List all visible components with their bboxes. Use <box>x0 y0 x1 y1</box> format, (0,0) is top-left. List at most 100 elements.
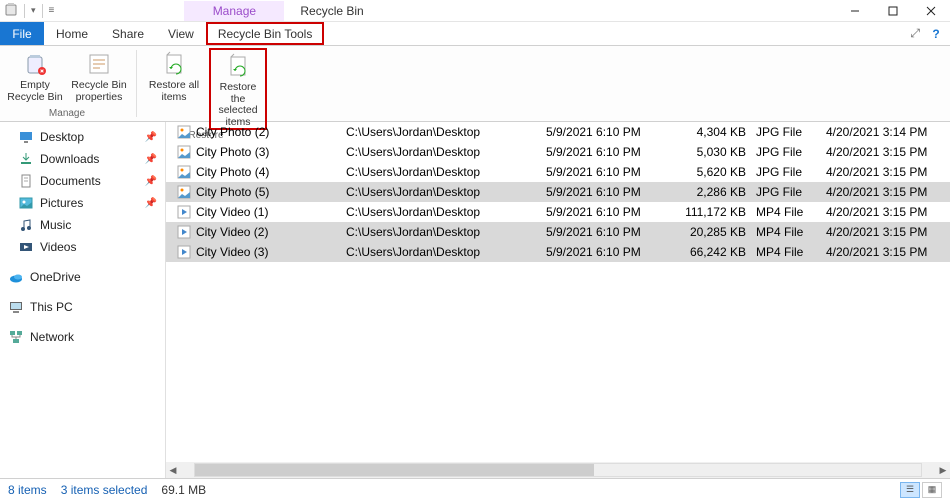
onedrive-icon <box>8 269 24 285</box>
cell-date-modified: 4/20/2021 3:15 PM <box>826 165 950 179</box>
minimize-button[interactable] <box>836 0 874 22</box>
cell-date-deleted: 5/9/2021 6:10 PM <box>546 185 676 199</box>
documents-icon <box>18 173 34 189</box>
desktop-icon <box>18 129 34 145</box>
restore-all-icon <box>160 50 188 78</box>
cell-size: 20,285 KB <box>676 225 756 239</box>
restore-all-items-button[interactable]: Restore all items <box>145 48 203 130</box>
qat-overflow-icon[interactable]: ≡ <box>49 5 55 16</box>
title-bar: ▾ ≡ Manage Recycle Bin <box>0 0 950 22</box>
table-row[interactable]: City Photo (3)C:\Users\Jordan\Desktop5/9… <box>166 142 950 162</box>
cell-original-location: C:\Users\Jordan\Desktop <box>346 125 546 139</box>
music-icon <box>18 217 34 233</box>
cell-date-deleted: 5/9/2021 6:10 PM <box>546 125 676 139</box>
cell-size: 66,242 KB <box>676 245 756 259</box>
nav-onedrive[interactable]: OneDrive <box>0 266 165 288</box>
nav-downloads[interactable]: Downloads📌 <box>0 148 165 170</box>
tab-home[interactable]: Home <box>44 22 100 45</box>
horizontal-scrollbar[interactable]: ◀ ▶ <box>166 462 950 478</box>
pictures-icon <box>18 195 34 211</box>
navigation-pane: Desktop📌 Downloads📌 Documents📌 Pictures📌… <box>0 122 166 478</box>
cell-date-deleted: 5/9/2021 6:10 PM <box>546 245 676 259</box>
cell-date-modified: 4/20/2021 3:15 PM <box>826 245 950 259</box>
nav-this-pc[interactable]: This PC <box>0 296 165 318</box>
table-row[interactable]: City Video (2)C:\Users\Jordan\Desktop5/9… <box>166 222 950 242</box>
empty-recycle-bin-button[interactable]: Empty Recycle Bin <box>6 48 64 108</box>
cell-original-location: C:\Users\Jordan\Desktop <box>346 225 546 239</box>
nav-documents[interactable]: Documents📌 <box>0 170 165 192</box>
quick-access-toolbar: ▾ ≡ <box>0 2 54 19</box>
tab-recycle-bin-tools[interactable]: Recycle Bin Tools <box>206 22 325 45</box>
nav-pictures[interactable]: Pictures📌 <box>0 192 165 214</box>
cell-original-location: C:\Users\Jordan\Desktop <box>346 165 546 179</box>
restore-selected-icon <box>224 52 252 80</box>
cell-name: City Photo (2) <box>196 125 346 139</box>
ribbon-pin-icon[interactable]: ⤢ <box>904 22 926 45</box>
recycle-bin-properties-button[interactable]: Recycle Bin properties <box>70 48 128 108</box>
file-type-icon <box>176 144 192 160</box>
file-type-icon <box>176 164 192 180</box>
thleails-view-button[interactable]: ▦ <box>922 482 942 498</box>
nav-videos[interactable]: Videos <box>0 236 165 258</box>
table-row[interactable]: City Photo (2)C:\Users\Jordan\Desktop5/9… <box>166 122 950 142</box>
status-bar: 8 items 3 items selected 69.1 MB ☰ ▦ <box>0 478 950 500</box>
pc-icon <box>8 299 24 315</box>
cell-original-location: C:\Users\Jordan\Desktop <box>346 185 546 199</box>
pin-icon: 📌 <box>145 176 157 187</box>
window-title: Recycle Bin <box>300 4 363 18</box>
status-selected-count: 3 items selected <box>61 483 148 497</box>
pin-icon: 📌 <box>145 198 157 209</box>
cell-item-type: MP4 File <box>756 225 826 239</box>
file-list: City Photo (2)C:\Users\Jordan\Desktop5/9… <box>166 122 950 478</box>
table-row[interactable]: City Photo (4)C:\Users\Jordan\Desktop5/9… <box>166 162 950 182</box>
nav-desktop[interactable]: Desktop📌 <box>0 126 165 148</box>
properties-icon <box>85 50 113 78</box>
cell-original-location: C:\Users\Jordan\Desktop <box>346 205 546 219</box>
empty-bin-icon <box>21 50 49 78</box>
ribbon-tabs: File Home Share View Recycle Bin Tools ⤢… <box>0 22 950 46</box>
recycle-bin-icon <box>4 2 18 19</box>
cell-date-modified: 4/20/2021 3:15 PM <box>826 205 950 219</box>
cell-size: 5,620 KB <box>676 165 756 179</box>
nav-network[interactable]: Network <box>0 326 165 348</box>
cell-date-modified: 4/20/2021 3:15 PM <box>826 145 950 159</box>
maximize-button[interactable] <box>874 0 912 22</box>
close-button[interactable] <box>912 0 950 22</box>
cell-date-modified: 4/20/2021 3:14 PM <box>826 125 950 139</box>
file-type-icon <box>176 224 192 240</box>
status-selected-size: 69.1 MB <box>161 483 206 497</box>
contextual-tab-label: Manage <box>184 1 284 21</box>
tab-share[interactable]: Share <box>100 22 156 45</box>
tab-file[interactable]: File <box>0 22 44 45</box>
cell-date-deleted: 5/9/2021 6:10 PM <box>546 165 676 179</box>
help-icon[interactable]: ? <box>926 22 946 45</box>
pin-icon: 📌 <box>145 154 157 165</box>
cell-name: City Photo (4) <box>196 165 346 179</box>
tab-view[interactable]: View <box>156 22 206 45</box>
network-icon <box>8 329 24 345</box>
cell-item-type: JPG File <box>756 145 826 159</box>
status-item-count: 8 items <box>8 483 47 497</box>
table-row[interactable]: City Photo (5)C:\Users\Jordan\Desktop5/9… <box>166 182 950 202</box>
view-mode-buttons: ☰ ▦ <box>900 482 942 498</box>
pin-icon: 📌 <box>145 132 157 143</box>
cell-size: 4,304 KB <box>676 125 756 139</box>
cell-name: City Photo (5) <box>196 185 346 199</box>
cell-date-deleted: 5/9/2021 6:10 PM <box>546 205 676 219</box>
cell-name: City Photo (3) <box>196 145 346 159</box>
restore-selected-items-button[interactable]: Restore the selected items <box>209 48 267 130</box>
cell-original-location: C:\Users\Jordan\Desktop <box>346 145 546 159</box>
cell-name: City Video (1) <box>196 205 346 219</box>
cell-size: 111,172 KB <box>676 205 756 219</box>
table-row[interactable]: City Video (1)C:\Users\Jordan\Desktop5/9… <box>166 202 950 222</box>
cell-original-location: C:\Users\Jordan\Desktop <box>346 245 546 259</box>
details-view-button[interactable]: ☰ <box>900 482 920 498</box>
downloads-icon <box>18 151 34 167</box>
ribbon-group-restore: Restore all items Restore the selected i… <box>139 46 273 121</box>
cell-date-deleted: 5/9/2021 6:10 PM <box>546 145 676 159</box>
file-rows: City Photo (2)C:\Users\Jordan\Desktop5/9… <box>166 122 950 462</box>
nav-music[interactable]: Music <box>0 214 165 236</box>
table-row[interactable]: City Video (3)C:\Users\Jordan\Desktop5/9… <box>166 242 950 262</box>
cell-item-type: MP4 File <box>756 205 826 219</box>
qat-dropdown-icon[interactable]: ▾ <box>31 5 36 16</box>
